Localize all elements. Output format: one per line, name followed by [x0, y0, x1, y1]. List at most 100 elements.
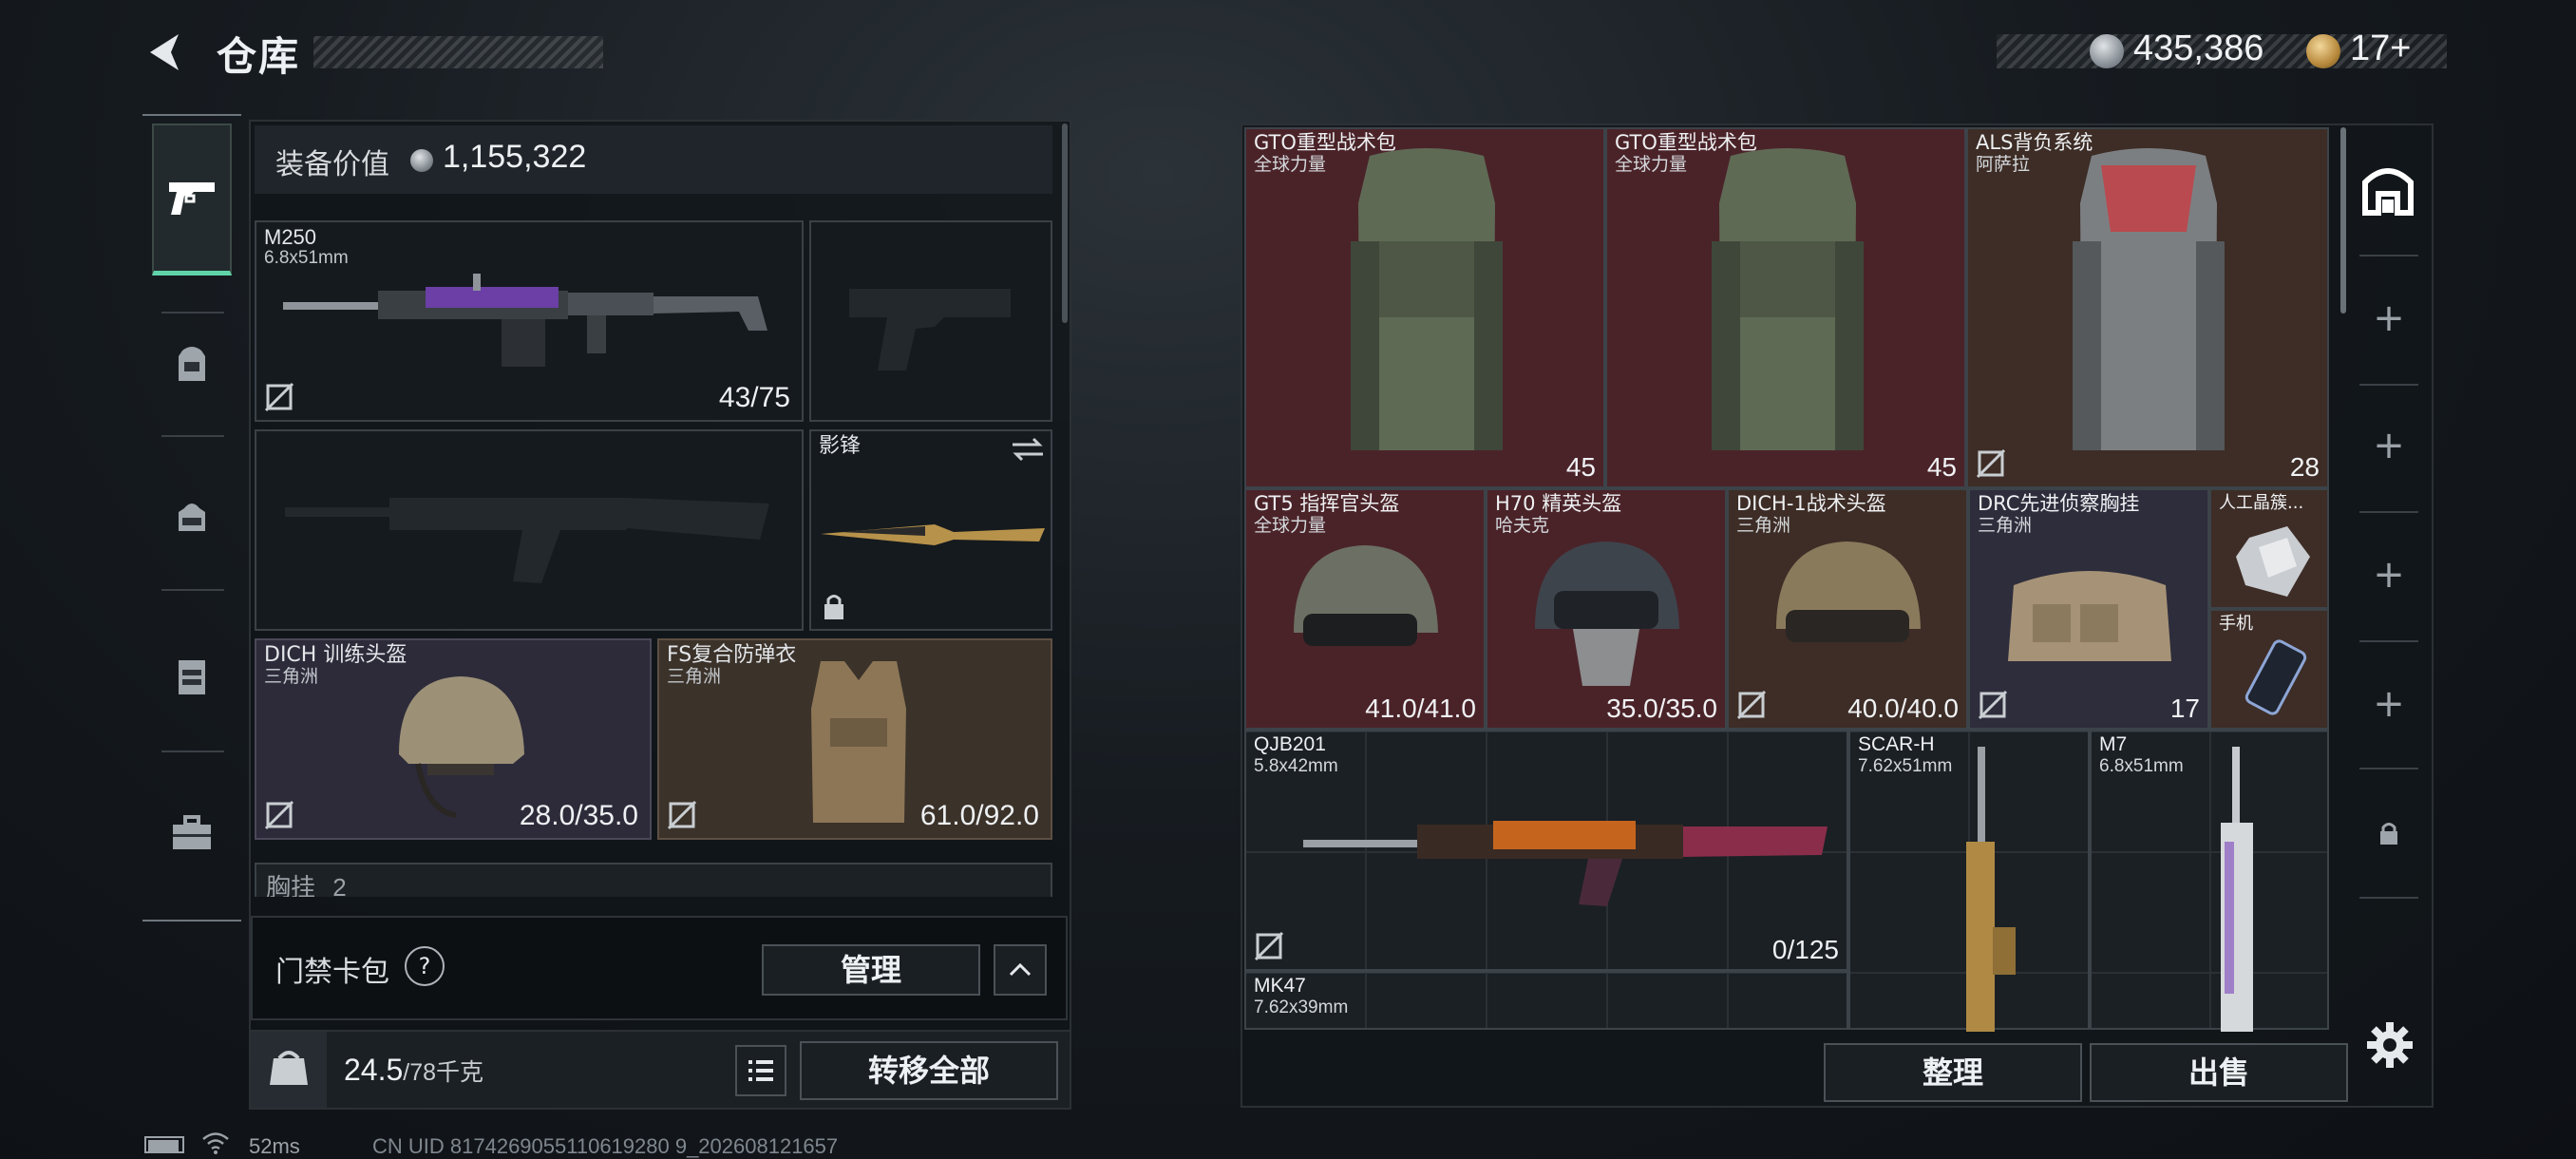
item-caliber: 7.62x51mm	[1858, 756, 1953, 776]
money-amount: 435,386	[2133, 28, 2264, 68]
weight-current: 24.5	[344, 1053, 404, 1087]
collapse-button[interactable]	[994, 944, 1047, 996]
item-durability: 40.0/40.0	[1847, 694, 1959, 723]
chest-rig-slot[interactable]: 胸挂 2	[255, 863, 1052, 897]
warehouse-tab-icon[interactable]	[2359, 162, 2416, 218]
weight-icon	[251, 1032, 327, 1108]
swap-icon[interactable]	[1009, 435, 1047, 464]
armor-slot[interactable]: FS复合防弹衣 三角洲 61.0/92.0	[657, 638, 1052, 840]
title-decoration	[313, 36, 603, 68]
stash-item-gt5-helmet[interactable]: GT5 指挥官头盔 全球力量 41.0/41.0	[1244, 488, 1486, 730]
coin-icon	[410, 149, 433, 172]
settings-gear-icon[interactable]	[2365, 1020, 2415, 1070]
stash-item-m7-rifle[interactable]: M7 6.8x51mm	[2090, 730, 2329, 1032]
stash-item-mk47-rifle[interactable]: MK47 7.62x39mm	[1244, 971, 1848, 1030]
no-insure-icon	[1736, 690, 1767, 720]
phone-image	[2245, 639, 2307, 715]
item-name: DRC先进侦察胸挂	[1978, 492, 2140, 515]
lock-icon	[824, 595, 843, 619]
item-source: 阿萨拉	[1976, 154, 2031, 175]
ticket-amount[interactable]: 17+	[2350, 28, 2411, 69]
add-tab-icon[interactable]: +	[2365, 294, 2413, 342]
knife-image	[821, 524, 1045, 545]
divider	[2359, 511, 2418, 513]
stash-item-phone[interactable]: 手机	[2209, 609, 2329, 730]
add-tab-icon[interactable]: +	[2365, 551, 2413, 598]
stash-item-gto-backpack[interactable]: GTO重型战术包 全球力量 45	[1605, 127, 1966, 488]
rifle-placeholder-icon	[285, 498, 769, 583]
stash-item-als-backpack[interactable]: ALS背负系统 阿萨拉 28	[1966, 127, 2329, 488]
manage-button[interactable]: 管理	[762, 944, 980, 996]
stash-item-drc-chest-rig[interactable]: DRC先进侦察胸挂 三角洲 17	[1968, 488, 2209, 730]
weight-readout: 24.5/78千克	[344, 1053, 483, 1088]
helmet-image	[1294, 545, 1438, 646]
item-durability: 41.0/41.0	[1365, 694, 1476, 723]
sell-button[interactable]: 出售	[2090, 1043, 2348, 1102]
item-name: DICH-1战术头盔	[1736, 492, 1886, 515]
helmet-slot[interactable]: DICH 训练头盔 三角洲 28.0/35.0	[255, 638, 652, 840]
item-capacity: 45	[1565, 452, 1596, 482]
help-icon[interactable]: ?	[405, 946, 445, 986]
list-icon	[748, 1060, 773, 1081]
item-name: MK47	[1254, 975, 1306, 997]
armor-image	[811, 661, 906, 823]
rifle-image	[1303, 821, 1828, 906]
secondary-weapon-slot[interactable]	[255, 429, 804, 631]
stash-item-gto-backpack[interactable]: GTO重型战术包 全球力量 45	[1244, 127, 1605, 488]
briefcase-icon	[173, 815, 211, 849]
item-capacity: 28	[2289, 452, 2320, 482]
divider	[161, 589, 224, 591]
sort-button[interactable]: 整理	[1824, 1043, 2082, 1102]
ticket-icon	[2306, 34, 2340, 68]
stash-scrollbar[interactable]	[2340, 127, 2346, 314]
no-insure-icon	[1976, 448, 2006, 479]
backpack-image	[1712, 148, 1864, 450]
sidebar-item-case[interactable]	[152, 781, 232, 885]
stash-item-dich1-helmet[interactable]: DICH-1战术头盔 三角洲 40.0/40.0	[1727, 488, 1968, 730]
helmet-source: 三角洲	[264, 666, 319, 687]
stash-item-qjb201-rifle[interactable]: QJB201 5.8x42mm 0/125	[1244, 730, 1848, 971]
list-view-button[interactable]	[735, 1045, 786, 1096]
chest-rig-name: 胸挂	[266, 874, 316, 897]
helmet-image	[399, 676, 524, 818]
equipment-scrollbar[interactable]	[1062, 124, 1068, 323]
add-tab-icon[interactable]: +	[2365, 422, 2413, 469]
no-insure-icon	[1978, 690, 2008, 720]
equipment-value: 1,155,322	[443, 139, 587, 175]
item-ammo: 0/125	[1771, 935, 1839, 964]
transfer-all-button[interactable]: 转移全部	[800, 1041, 1058, 1100]
armor-source: 三角洲	[667, 666, 722, 687]
no-insure-icon	[264, 382, 294, 412]
helmet-image	[1776, 542, 1921, 642]
weapon-name: M250	[264, 225, 317, 249]
backpack-icon	[179, 347, 205, 381]
ammo-count: 43/75	[718, 382, 790, 413]
crystal-image	[2236, 526, 2310, 597]
item-name: SCAR-H	[1858, 733, 1935, 755]
melee-slot[interactable]: 影锋	[809, 429, 1052, 631]
sidebar-item-vest[interactable]	[152, 625, 232, 730]
sidebar-item-weapons[interactable]	[152, 124, 232, 276]
stash-item-h70-helmet[interactable]: H70 精英头盔 哈夫克 35.0/35.0	[1486, 488, 1727, 730]
pistol-placeholder-icon	[849, 289, 1011, 370]
pistol-slot[interactable]	[809, 220, 1052, 422]
armor-name: FS复合防弹衣	[667, 643, 797, 667]
item-name: H70 精英头盔	[1495, 492, 1622, 515]
stash-item-scarh-rifle[interactable]: SCAR-H 7.62x51mm	[1848, 730, 2090, 1032]
backpack-image	[2073, 148, 2225, 450]
divider	[161, 750, 224, 752]
user-uid: CN UID 8174269055110619280 9_20260812165…	[372, 1134, 839, 1158]
divider	[2359, 255, 2418, 256]
item-name: GT5 指挥官头盔	[1254, 492, 1400, 515]
stash-item-crystal[interactable]: 人工晶簇...	[2209, 488, 2329, 609]
item-name: 手机	[2219, 614, 2253, 634]
chest-rig-count: 2	[332, 873, 347, 897]
melee-name: 影锋	[819, 434, 862, 458]
sidebar-item-bag[interactable]	[152, 464, 232, 568]
helmet-image	[1535, 542, 1679, 686]
primary-weapon-slot[interactable]: M250 6.8x51mm 43/75	[255, 220, 804, 422]
add-tab-icon[interactable]: +	[2365, 680, 2413, 728]
back-icon[interactable]	[142, 28, 190, 76]
sidebar-item-backpack[interactable]	[152, 312, 232, 416]
lock-icon[interactable]	[2375, 819, 2403, 847]
